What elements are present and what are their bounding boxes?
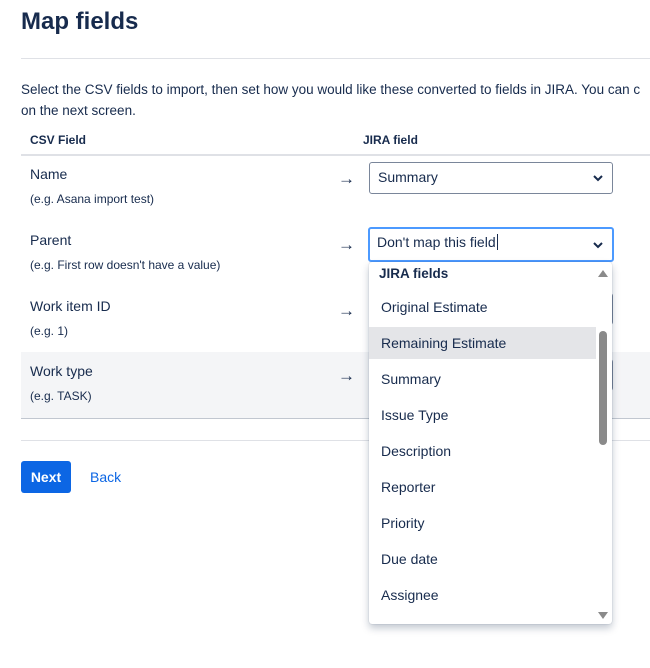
chevron-down-icon: [593, 242, 603, 249]
dropdown-option[interactable]: Summary: [369, 363, 596, 395]
back-link[interactable]: Back: [90, 469, 121, 485]
csv-field-name: Work type: [30, 363, 93, 379]
dropdown-option[interactable]: Assignee: [369, 579, 596, 611]
page-title: Map fields: [21, 8, 139, 35]
select-input-value[interactable]: Don't map this field: [377, 234, 496, 250]
scroll-up-arrow-icon[interactable]: [598, 270, 608, 277]
description-line-1: Select the CSV fields to import, then se…: [21, 82, 641, 97]
csv-field-example: (e.g. Asana import test): [30, 192, 155, 206]
jira-field-dropdown-menu: JIRA fields Original Estimate Remaining …: [369, 262, 612, 624]
select-value: Summary: [378, 169, 438, 185]
mapping-arrow-icon: →: [338, 235, 355, 254]
mapping-arrow-icon: →: [338, 301, 355, 320]
dropdown-group-label: JIRA fields: [379, 266, 449, 281]
dropdown-option[interactable]: Description: [369, 435, 596, 467]
next-button[interactable]: Next: [21, 461, 71, 493]
page-description: Select the CSV fields to import, then se…: [21, 79, 650, 121]
dropdown-option[interactable]: Due date: [369, 543, 596, 575]
table-header: CSV Field JIRA field: [21, 126, 650, 156]
csv-field-example: (e.g. 1): [30, 324, 69, 338]
scroll-down-arrow-icon[interactable]: [598, 612, 608, 619]
title-divider: [21, 58, 650, 59]
csv-field-example: (e.g. First row doesn't have a value): [30, 258, 221, 272]
scrollbar-thumb[interactable]: [599, 331, 607, 445]
dropdown-option[interactable]: Issue Type: [369, 399, 596, 431]
dropdown-option[interactable]: Original Estimate: [369, 291, 596, 323]
header-csv-field: CSV Field: [30, 133, 87, 147]
csv-field-name: Parent: [30, 232, 72, 248]
text-caret: [496, 234, 498, 250]
csv-field-name: Name: [30, 166, 68, 182]
jira-field-select[interactable]: Summary: [369, 162, 613, 194]
csv-field-example: (e.g. TASK): [30, 389, 92, 403]
csv-field-name: Work item ID: [30, 298, 111, 314]
mapping-arrow-icon: →: [338, 169, 355, 188]
dropdown-option[interactable]: Priority: [369, 507, 596, 539]
chevron-down-icon: [593, 175, 603, 182]
dropdown-option[interactable]: Reporter: [369, 471, 596, 503]
dropdown-option-hovered[interactable]: Remaining Estimate: [369, 327, 596, 359]
mapping-arrow-icon: →: [338, 366, 355, 385]
description-line-2: on the next screen.: [21, 103, 136, 118]
jira-field-select-focused[interactable]: Don't map this field: [368, 227, 614, 262]
header-jira-field: JIRA field: [363, 133, 418, 147]
